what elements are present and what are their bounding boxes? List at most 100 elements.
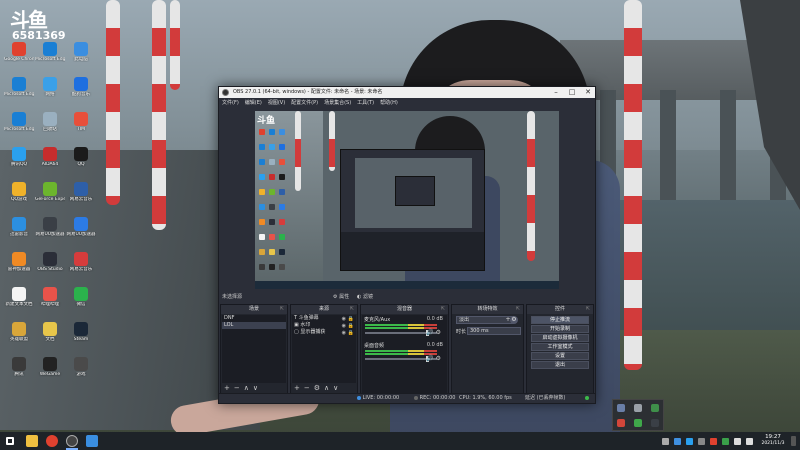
maximize-button[interactable]: □ (565, 87, 579, 98)
settings-button[interactable]: 设置 (531, 352, 589, 360)
desktop-icon[interactable]: Steam (66, 322, 96, 354)
tray-app-icon[interactable] (651, 419, 659, 427)
tray-network-app-icon[interactable] (674, 438, 681, 445)
scene-action-button[interactable]: ∧ (244, 384, 249, 393)
scene-action-button[interactable]: ∨ (253, 384, 258, 393)
dock-float-icon[interactable]: ⇱ (516, 305, 520, 314)
properties-button[interactable]: ⚙ 属性 (333, 293, 349, 300)
filters-button[interactable]: ◐ 滤镜 (357, 293, 373, 300)
menu-view[interactable]: 视图(V) (268, 98, 285, 108)
speaker-icon[interactable]: 🔊 ⚙ (426, 355, 441, 362)
desktop-icon[interactable]: QQ (66, 147, 96, 179)
chrome-icon[interactable] (46, 435, 58, 447)
menu-help[interactable]: 帮助(H) (380, 98, 398, 108)
source-action-button[interactable]: ∨ (333, 384, 338, 393)
obs-window[interactable]: OBS 27.0.1 (64-bit, windows) - 配置文件: 未命名… (218, 86, 596, 404)
desktop-icon[interactable]: Microsoft Edge (4, 112, 34, 144)
scene-item[interactable]: DNF (222, 315, 286, 322)
close-button[interactable]: ✕ (581, 87, 595, 98)
studio-mode-button[interactable]: 工作室模式 (531, 343, 589, 351)
desktop-icon[interactable]: 微信 (66, 287, 96, 319)
desktop-icon[interactable]: WeGame (35, 357, 65, 389)
menu-file[interactable]: 文件(F) (222, 98, 239, 108)
desktop-icon[interactable]: QQ游戏 (4, 182, 34, 214)
desktop-icon[interactable]: Microsoft Edge (4, 77, 34, 109)
obs-titlebar[interactable]: OBS 27.0.1 (64-bit, windows) - 配置文件: 未命名… (219, 87, 595, 98)
wallpaper-pole (624, 0, 642, 370)
desktop-icon[interactable]: 此电脑 (66, 42, 96, 74)
obs-preview-canvas[interactable]: 斗鱼 (255, 111, 559, 289)
tray-app-icon[interactable] (617, 419, 625, 427)
sources-list[interactable]: T 斗鱼弹幕 ◉ 🔒 ▣ 水印 ◉ 🔒 ▢ 显示器捕获 ◉ 🔒 (292, 315, 356, 383)
source-action-button[interactable]: − (304, 384, 310, 393)
source-item[interactable]: ▢ 显示器捕获 ◉ 🔒 (292, 329, 356, 336)
scene-action-button[interactable]: + (224, 384, 230, 393)
desktop-icon[interactable]: 网易云音乐 (66, 182, 96, 214)
tray-app-icon[interactable] (634, 419, 642, 427)
desktop-icon[interactable]: 酷狗音乐 (66, 77, 96, 109)
desktop-icon[interactable]: Microsoft Edge (35, 42, 65, 74)
start-virtual-camera-button[interactable]: 启动虚拟摄像机 (531, 334, 589, 342)
speaker-icon[interactable]: 🔊 ⚙ (426, 329, 441, 336)
desktop-icon[interactable]: 网易UU加速器 (35, 217, 65, 249)
tray-app-icon[interactable] (617, 404, 625, 412)
desktop-icon[interactable]: Google Chrome (4, 42, 34, 74)
dock-float-icon[interactable]: ⇱ (586, 305, 590, 314)
desktop-icon[interactable]: 游戏 (66, 357, 96, 389)
desktop-icon[interactable]: 网易UU加速器 (66, 217, 96, 249)
desktop-icon[interactable]: AIDA64 (35, 147, 65, 179)
desktop-icon[interactable]: TIM (66, 112, 96, 144)
desktop-icon[interactable]: OBS Studio (35, 252, 65, 284)
start-icon[interactable] (6, 437, 14, 445)
menu-profile[interactable]: 配置文件(P) (291, 98, 318, 108)
network-icon[interactable] (734, 438, 741, 445)
desktop-icon[interactable]: 雷神加速器 (4, 252, 34, 284)
tray-qq-icon[interactable] (686, 438, 693, 445)
tray-app-icon[interactable] (651, 404, 659, 412)
notification-icon[interactable] (791, 436, 796, 446)
source-action-button[interactable]: ⚙ (314, 384, 320, 393)
start-recording-button[interactable]: 开始录制 (531, 325, 589, 333)
minimize-button[interactable]: – (549, 87, 563, 98)
desktop-icon[interactable]: 腾讯 (4, 357, 34, 389)
dock-float-icon[interactable]: ⇱ (350, 305, 354, 314)
source-action-button[interactable]: + (294, 384, 300, 393)
file-explorer-icon[interactable] (26, 435, 38, 447)
tray-chevron-icon[interactable] (662, 438, 669, 445)
stop-streaming-button[interactable]: 停止推流 (531, 316, 589, 324)
desktop-icon[interactable]: 哔哩哔哩 (35, 287, 65, 319)
tray-app-icon[interactable] (722, 438, 729, 445)
volume-icon[interactable] (746, 438, 753, 445)
lock-icon[interactable]: 🔒 (348, 330, 354, 337)
dock-float-icon[interactable]: ⇱ (280, 305, 284, 314)
taskbar-clock[interactable]: 19:27 2021/11/3 (758, 434, 788, 447)
desktop-icon[interactable]: 网易云音乐 (66, 252, 96, 284)
menu-tools[interactable]: 工具(T) (357, 98, 374, 108)
source-item[interactable]: ▣ 水印 ◉ 🔒 (292, 322, 356, 329)
desktop-icon[interactable]: 迅雷影音 (4, 217, 34, 249)
obs-taskbar-icon[interactable] (66, 435, 78, 447)
menu-edit[interactable]: 编辑(E) (245, 98, 262, 108)
dock-float-icon[interactable]: ⇱ (441, 305, 445, 314)
desktop-icon[interactable]: 文档 (35, 322, 65, 354)
menu-scene-collection[interactable]: 场景集合(S) (324, 98, 351, 108)
scene-item[interactable]: LOL (222, 322, 286, 329)
source-action-button[interactable]: ∧ (324, 384, 329, 393)
transition-settings-icon[interactable]: ⚙ (510, 316, 518, 324)
tray-app-icon[interactable] (634, 404, 642, 412)
source-item[interactable]: T 斗鱼弹幕 ◉ 🔒 (292, 315, 356, 322)
tray-app-icon[interactable] (710, 438, 717, 445)
visibility-eye-icon[interactable]: ◉ (342, 330, 346, 337)
desktop-icon[interactable]: 新建文本文档 (4, 287, 34, 319)
desktop-icon[interactable]: 英雄联盟 (4, 322, 34, 354)
scenes-list[interactable]: DNF LOL (222, 315, 286, 383)
tray-app-icon[interactable] (698, 438, 705, 445)
scene-action-button[interactable]: − (234, 384, 240, 393)
settings-taskbar-icon[interactable] (86, 435, 98, 447)
transition-duration-input[interactable]: 300 ms (467, 327, 521, 335)
desktop-icon[interactable]: 回收站 (35, 112, 65, 144)
desktop-icon[interactable]: 腾讯QQ (4, 147, 34, 179)
exit-button[interactable]: 退出 (531, 361, 589, 369)
desktop-icon[interactable]: GeForce Experience (35, 182, 65, 214)
desktop-icon[interactable]: 网络 (35, 77, 65, 109)
